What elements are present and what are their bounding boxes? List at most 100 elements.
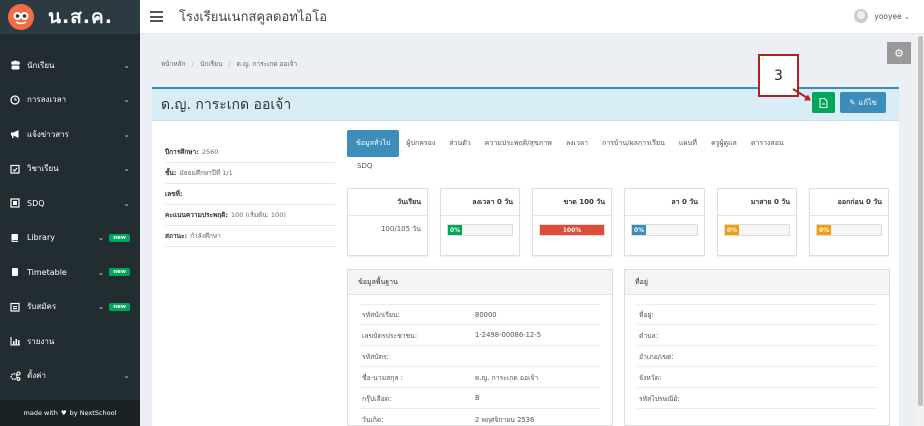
tab-sdq[interactable]: SDQ	[357, 162, 895, 170]
field-value: B	[475, 394, 480, 402]
bar-chart-icon	[9, 335, 21, 347]
heart-icon: ♥	[60, 409, 67, 417]
sidebar-item-sdq[interactable]: SDQ ⌄	[0, 186, 140, 221]
table-row: จังหวัด:	[637, 367, 877, 388]
field-key: เลขบัตรประชาชน:	[362, 331, 418, 340]
info-key: คะแนนความประพฤติ:	[165, 211, 228, 219]
breadcrumb-home[interactable]: หน้าหลัก	[161, 60, 186, 68]
sidebar-item-label: แจ้งข่าวสาร	[27, 129, 69, 139]
tab-attendance[interactable]: ลงเวลา	[559, 130, 595, 157]
info-value: มัธยมศึกษาปีที่ 1/1	[179, 169, 233, 177]
sidebar-item-students[interactable]: นักเรียน ⌄	[0, 48, 140, 83]
sidebar-item-attendance[interactable]: การลงเวลา ⌄	[0, 83, 140, 118]
footer-suffix: by NextSchool	[69, 409, 117, 417]
sidebar-item-announcements[interactable]: แจ้งข่าวสาร ⌄	[0, 117, 140, 152]
breadcrumb: หน้าหลัก / นักเรียน / ด.ญ. การะเกด ออเจ้…	[161, 59, 297, 69]
stat-card-early-leave: ออกก่อน 0 วัน 0%	[809, 188, 889, 256]
edit-button[interactable]: ✎ แก้ไข	[840, 92, 886, 113]
list-item: เลขที่:	[165, 184, 335, 205]
stat-title: ขาด 100 วัน	[533, 189, 611, 216]
field-key: กรุ๊ปเลือด:	[362, 394, 392, 403]
menu-toggle-icon[interactable]	[150, 9, 163, 25]
new-badge: new	[109, 302, 130, 311]
sidebar-item-label: Timetable	[27, 267, 67, 277]
sidebar-item-subjects[interactable]: วิชาเรียน ⌄	[0, 152, 140, 187]
sidebar-item-label: Library	[27, 233, 55, 243]
table-row: ชื่อ-นามสกุล : ด.ญ. การะเกด ออเจ้า	[360, 367, 600, 388]
table-row: ตำบล:	[637, 325, 877, 346]
tab-advisors[interactable]: ครูผู้ดูแล	[704, 130, 744, 157]
stat-title: ลา 0 วัน	[625, 189, 704, 216]
progress-bar: 0%	[724, 224, 790, 236]
list-item: ชั้น: มัธยมศึกษาปีที่ 1/1	[165, 163, 335, 184]
sidebar-item-timetable[interactable]: Timetable ⌄ new	[0, 255, 140, 290]
settings-gear-icon[interactable]: ⚙	[887, 42, 911, 64]
field-key: รหัสไปรษณีย์:	[639, 394, 680, 403]
breadcrumb-students[interactable]: นักเรียน	[200, 60, 222, 68]
sidebar-item-reports[interactable]: รายงาน	[0, 324, 140, 359]
tab-timetable[interactable]: ตารางสอน	[744, 130, 791, 157]
field-value: 80000	[475, 310, 497, 319]
sidebar-item-label: ตั้งค่า	[27, 371, 46, 381]
edit-icon: ✎	[849, 98, 856, 107]
field-key: จังหวัด:	[639, 373, 662, 382]
table-row: กรุ๊ปเลือด: B	[360, 388, 600, 409]
top-header: โรงเรียนเนกสคูลดอทไอโอ yooyee ⌄	[140, 0, 924, 34]
sidebar-item-settings[interactable]: ตั้งค่า ⌄	[0, 359, 140, 394]
panel-title: ข้อมูลพื้นฐาน	[348, 270, 612, 295]
stat-card-school-days: วันเรียน 100/105 วัน	[347, 188, 428, 256]
new-badge: new	[109, 233, 130, 242]
stat-card-checkin: ลงเวลา 0 วัน 0%	[440, 188, 520, 256]
calendar-check-icon	[9, 163, 21, 175]
list-item: ปีการศึกษา: 2560	[165, 142, 335, 163]
field-key: อำเภอ/เขต:	[639, 352, 674, 361]
tab-personal[interactable]: ส่วนตัว	[442, 130, 477, 157]
chevron-down-icon: ⌄	[123, 60, 130, 70]
user-menu[interactable]: yooyee ⌄	[854, 9, 910, 23]
tab-behavior-health[interactable]: ความประพฤติ/สุขภาพ	[478, 130, 559, 157]
tab-general[interactable]: ข้อมูลทั่วไป	[347, 130, 400, 157]
table-row: เลขบัตรประชาชน: 1-2498-00086-12-5	[360, 325, 600, 346]
student-summary-list: ปีการศึกษา: 2560 ชั้น: มัธยมศึกษาปีที่ 1/1…	[165, 142, 335, 247]
chevron-down-icon: ⌄	[97, 233, 105, 243]
info-key: สถานะ:	[165, 232, 188, 240]
chevron-down-icon: ⌄	[123, 198, 130, 208]
pdf-export-button[interactable]	[812, 92, 835, 113]
sidebar-item-admissions[interactable]: รับสมัคร ⌄ new	[0, 290, 140, 325]
progress-fill: 0%	[725, 225, 739, 235]
logo-bar[interactable]: น.ส.ค.	[0, 0, 140, 34]
stat-value: 100/105 วัน	[380, 225, 421, 233]
info-value: 2560	[201, 148, 219, 156]
stat-card-leave: ลา 0 วัน 0%	[624, 188, 705, 256]
sdq-icon	[9, 197, 21, 209]
breadcrumb-current: ด.ญ. การะเกด ออเจ้า	[236, 60, 298, 68]
progress-fill: 0%	[817, 225, 831, 235]
scrollbar-thumb[interactable]	[918, 36, 923, 406]
table-row: รหัสนักเรียน: 80000	[360, 304, 600, 325]
field-value: ด.ญ. การะเกด ออเจ้า	[475, 373, 539, 382]
clock-icon	[9, 94, 21, 106]
info-key: ปีการศึกษา:	[165, 148, 199, 156]
stat-title: ลงเวลา 0 วัน	[441, 189, 519, 216]
sidebar-item-label: รายงาน	[27, 336, 55, 346]
tab-homework-grades[interactable]: การบ้าน/ผลการเรียน	[595, 130, 672, 157]
list-item: สถานะ: กำลังศึกษา	[165, 226, 335, 247]
stat-title: มาสาย 0 วัน	[718, 189, 796, 216]
users-icon	[9, 59, 21, 71]
chevron-down-icon: ⌄	[97, 267, 105, 277]
info-value: 100 (เริ่มต้น: 100)	[231, 211, 286, 219]
progress-bar: 0%	[631, 224, 698, 236]
timetable-icon	[9, 266, 21, 278]
sidebar-footer: made with ♥ by NextSchool	[0, 400, 140, 426]
sidebar-item-library[interactable]: Library ⌄ new	[0, 221, 140, 256]
sidebar-item-label: วิชาเรียน	[27, 164, 59, 174]
chevron-down-icon: ⌄	[123, 95, 130, 105]
new-badge: new	[109, 268, 130, 277]
field-key: รหัสนักเรียน:	[362, 311, 400, 319]
tab-guardians[interactable]: ผู้ปกครอง	[399, 130, 442, 157]
user-name: yooyee	[874, 11, 902, 21]
progress-fill: 0%	[632, 225, 646, 235]
table-row: รหัสไปรษณีย์:	[637, 388, 877, 409]
tab-map[interactable]: แผนที่	[672, 130, 704, 157]
progress-fill: 100%	[540, 225, 604, 235]
